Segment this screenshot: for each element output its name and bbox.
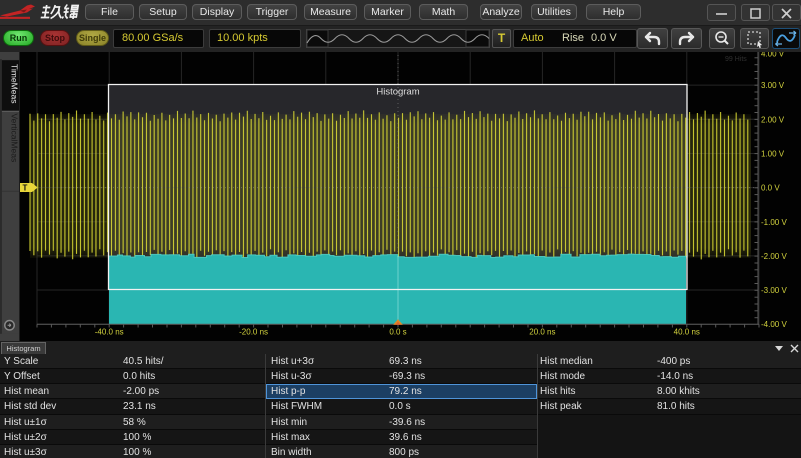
svg-text:3.00 V: 3.00 V xyxy=(761,81,785,90)
svg-text:-3.00 V: -3.00 V xyxy=(761,286,787,295)
svg-text:-2.00 V: -2.00 V xyxy=(761,252,787,261)
svg-text:1.00 V: 1.00 V xyxy=(761,149,785,158)
svg-text:TimeMeas: TimeMeas xyxy=(9,64,19,104)
svg-text:VerticalMeas: VerticalMeas xyxy=(9,113,19,162)
svg-text:99 Hits: 99 Hits xyxy=(725,56,747,63)
svg-text:0.0 s: 0.0 s xyxy=(389,328,406,337)
svg-text:20.0 ns: 20.0 ns xyxy=(529,328,555,337)
svg-text:T: T xyxy=(23,184,28,193)
svg-text:4.00 V: 4.00 V xyxy=(761,52,785,59)
svg-text:-4.00 V: -4.00 V xyxy=(761,320,787,329)
svg-text:40.0 ns: 40.0 ns xyxy=(674,328,700,337)
svg-text:-1.00 V: -1.00 V xyxy=(761,218,787,227)
svg-text:-40.0 ns: -40.0 ns xyxy=(95,328,124,337)
svg-text:-20.0 ns: -20.0 ns xyxy=(239,328,268,337)
svg-text:Histogram: Histogram xyxy=(376,87,419,98)
svg-text:2.00 V: 2.00 V xyxy=(761,115,785,124)
svg-text:0.0 V: 0.0 V xyxy=(761,184,780,193)
